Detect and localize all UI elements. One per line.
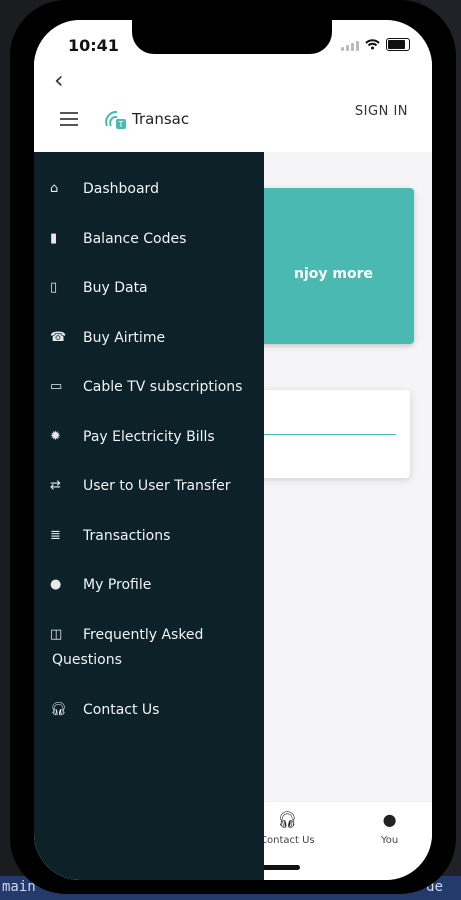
drawer-item-transfer[interactable]: ⇄ User to User Transfer [34, 477, 254, 495]
brand-logo: T Transac [104, 108, 189, 130]
menu-icon[interactable] [60, 112, 78, 130]
divider [254, 434, 396, 435]
notch [132, 20, 332, 54]
back-icon[interactable]: ‹ [54, 66, 64, 94]
phone-icon: ▯ [50, 280, 58, 295]
drawer-item-cable-tv[interactable]: ▭ Cable TV subscriptions [34, 378, 254, 396]
drawer-item-transactions[interactable]: ≣ Transactions [34, 527, 254, 545]
transfer-icon: ⇄ [50, 478, 61, 493]
user-icon: ● [50, 577, 62, 592]
faq-icon: ◫ [50, 627, 63, 642]
list-icon: ≣ [50, 528, 61, 543]
balance-icon: ▮ [50, 231, 58, 246]
drawer-item-profile[interactable]: ● My Profile [34, 576, 254, 594]
drawer-item-buy-airtime[interactable]: ☎ Buy Airtime [34, 329, 254, 347]
wifi-icon [365, 39, 380, 50]
battery-icon [386, 38, 410, 51]
drawer-item-label: Contact Us [83, 702, 160, 718]
user-icon: ● [382, 810, 397, 829]
transac-logo-icon: T [105, 110, 126, 129]
drawer-item-label: Buy Airtime [83, 330, 166, 346]
drawer-item-label: Cable TV subscriptions [83, 379, 243, 395]
nav-contact-us[interactable]: 🎧︎ Contact Us [260, 810, 315, 846]
svg-text:T: T [118, 120, 124, 129]
promo-text: njoy more [294, 266, 373, 282]
drawer-item-electricity[interactable]: ✹ Pay Electricity Bills [34, 428, 254, 446]
drawer-item-label: Pay Electricity Bills [83, 429, 215, 445]
home-icon: ⌂ [50, 181, 59, 196]
status-time: 10:41 [68, 36, 119, 55]
drawer-item-label: User to User Transfer [83, 478, 231, 494]
headset-icon: 🎧︎ [50, 702, 67, 717]
drawer-item-contact-us[interactable]: 🎧︎ Contact Us [34, 701, 254, 719]
drawer-item-label: Dashboard [83, 181, 159, 197]
sign-in-button[interactable]: SIGN IN [355, 104, 408, 119]
phone-screen: ‹ T Transac SIGN IN 10:41 njoy more 🎧︎ C… [34, 20, 432, 880]
navigation-drawer: ⌂ Dashboard ▮ Balance Codes ▯ Buy Data ☎… [34, 152, 264, 880]
drawer-item-label-cont: Questions [52, 652, 122, 668]
drawer-item-dashboard[interactable]: ⌂ Dashboard [34, 180, 254, 198]
drawer-item-balance-codes[interactable]: ▮ Balance Codes [34, 230, 254, 248]
nav-you[interactable]: ● You [381, 810, 398, 846]
status-icons [341, 38, 410, 51]
nav-you-label: You [381, 835, 399, 846]
drawer-item-label: Balance Codes [83, 231, 187, 247]
bulb-icon: ✹ [50, 429, 61, 444]
drawer-item-label: Frequently Asked [83, 627, 204, 643]
headset-icon: 🎧︎ [277, 810, 298, 829]
drawer-item-faq[interactable]: ◫ Frequently Asked Questions [34, 626, 254, 668]
phone-frame: ‹ T Transac SIGN IN 10:41 njoy more 🎧︎ C… [10, 0, 456, 894]
call-icon: ☎ [50, 330, 67, 345]
tv-icon: ▭ [50, 379, 63, 394]
brand-name: Transac [132, 110, 190, 128]
drawer-item-label: Transactions [83, 528, 171, 544]
drawer-item-label: Buy Data [83, 280, 148, 296]
drawer-item-buy-data[interactable]: ▯ Buy Data [34, 279, 254, 297]
nav-contact-label: Contact Us [260, 835, 315, 846]
signal-icon [341, 39, 359, 51]
drawer-item-label: My Profile [83, 577, 152, 593]
